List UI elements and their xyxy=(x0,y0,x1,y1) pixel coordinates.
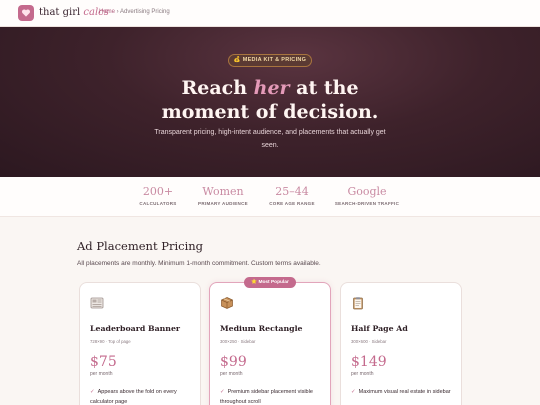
pricing-section-title: Ad Placement Pricing xyxy=(77,239,204,253)
most-popular-badge: ⭐ Most Popular xyxy=(244,277,296,288)
newspaper-icon xyxy=(90,296,104,310)
breadcrumb-current: Advertising Pricing xyxy=(120,9,170,15)
hero-subtitle: Transparent pricing, high-intent audienc… xyxy=(154,129,386,149)
card-feature-text: Appears above the fold on every calculat… xyxy=(90,389,177,405)
stat-value: Google xyxy=(347,185,387,198)
pricing-card-medium-rectangle[interactable]: ⭐ Most Popular Medium Rectangle 300×250 … xyxy=(209,277,331,405)
pricing-section-subtitle: All placements are monthly. Minimum 1-mo… xyxy=(77,260,321,267)
card-feature: ✓ Maximum visual real estate in sidebar xyxy=(351,387,455,397)
card-feature-text: Premium sidebar placement visible throug… xyxy=(220,389,313,405)
heart-logo-icon[interactable] xyxy=(18,5,34,21)
breadcrumb: Home › Advertising Pricing xyxy=(99,9,170,15)
card-feature: ✓ Premium sidebar placement visible throu… xyxy=(220,387,324,405)
pricing-card-half-page[interactable]: Half Page Ad 300×600 · Sidebar $149 per … xyxy=(340,282,462,405)
package-icon xyxy=(220,296,234,310)
card-spec: 728×90 · Top of page xyxy=(90,339,131,344)
hero-title-line2: moment of decision. xyxy=(161,101,379,123)
hero-title-text: at the xyxy=(289,77,359,99)
brand-name: that girl xyxy=(39,7,81,18)
card-spec: 300×250 · Sidebar xyxy=(220,339,256,344)
clipboard-icon xyxy=(351,296,365,310)
hero-title-accent: her xyxy=(253,77,290,99)
check-icon: ✓ xyxy=(351,389,356,395)
media-kit-badge: 💰 MEDIA KIT & PRICING xyxy=(228,54,312,67)
card-title: Half Page Ad xyxy=(351,324,408,333)
card-price: $149 xyxy=(351,354,387,370)
stat-search-traffic: Google SEARCH-DRIVEN TRAFFIC xyxy=(322,185,412,206)
check-icon: ✓ xyxy=(220,389,225,395)
stat-label: SEARCH-DRIVEN TRAFFIC xyxy=(334,201,400,206)
audience-stats-bar: 200+ CALCULATORS Women PRIMARY AUDIENCE … xyxy=(0,177,540,217)
card-price: $99 xyxy=(220,354,247,370)
card-feature: ✓ Appears above the fold on every calcula… xyxy=(90,387,194,405)
card-period: per month xyxy=(220,371,243,377)
card-title: Medium Rectangle xyxy=(220,324,303,333)
pricing-card-leaderboard[interactable]: Leaderboard Banner 728×90 · Top of page … xyxy=(79,282,201,405)
card-price: $75 xyxy=(90,354,117,370)
card-feature-text: Maximum visual real estate in sidebar xyxy=(358,389,451,395)
check-icon: ✓ xyxy=(90,389,95,395)
card-title: Leaderboard Banner xyxy=(90,324,181,333)
card-spec: 300×600 · Sidebar xyxy=(351,339,387,344)
top-navigation-bar: that girl calcs Home › Advertising Prici… xyxy=(0,0,540,27)
breadcrumb-home-link[interactable]: Home xyxy=(99,9,115,15)
card-period: per month xyxy=(90,371,113,377)
card-period: per month xyxy=(351,371,374,377)
hero-title: Reach her at the moment of decision. xyxy=(120,76,420,124)
hero-title-text: Reach xyxy=(181,77,254,99)
